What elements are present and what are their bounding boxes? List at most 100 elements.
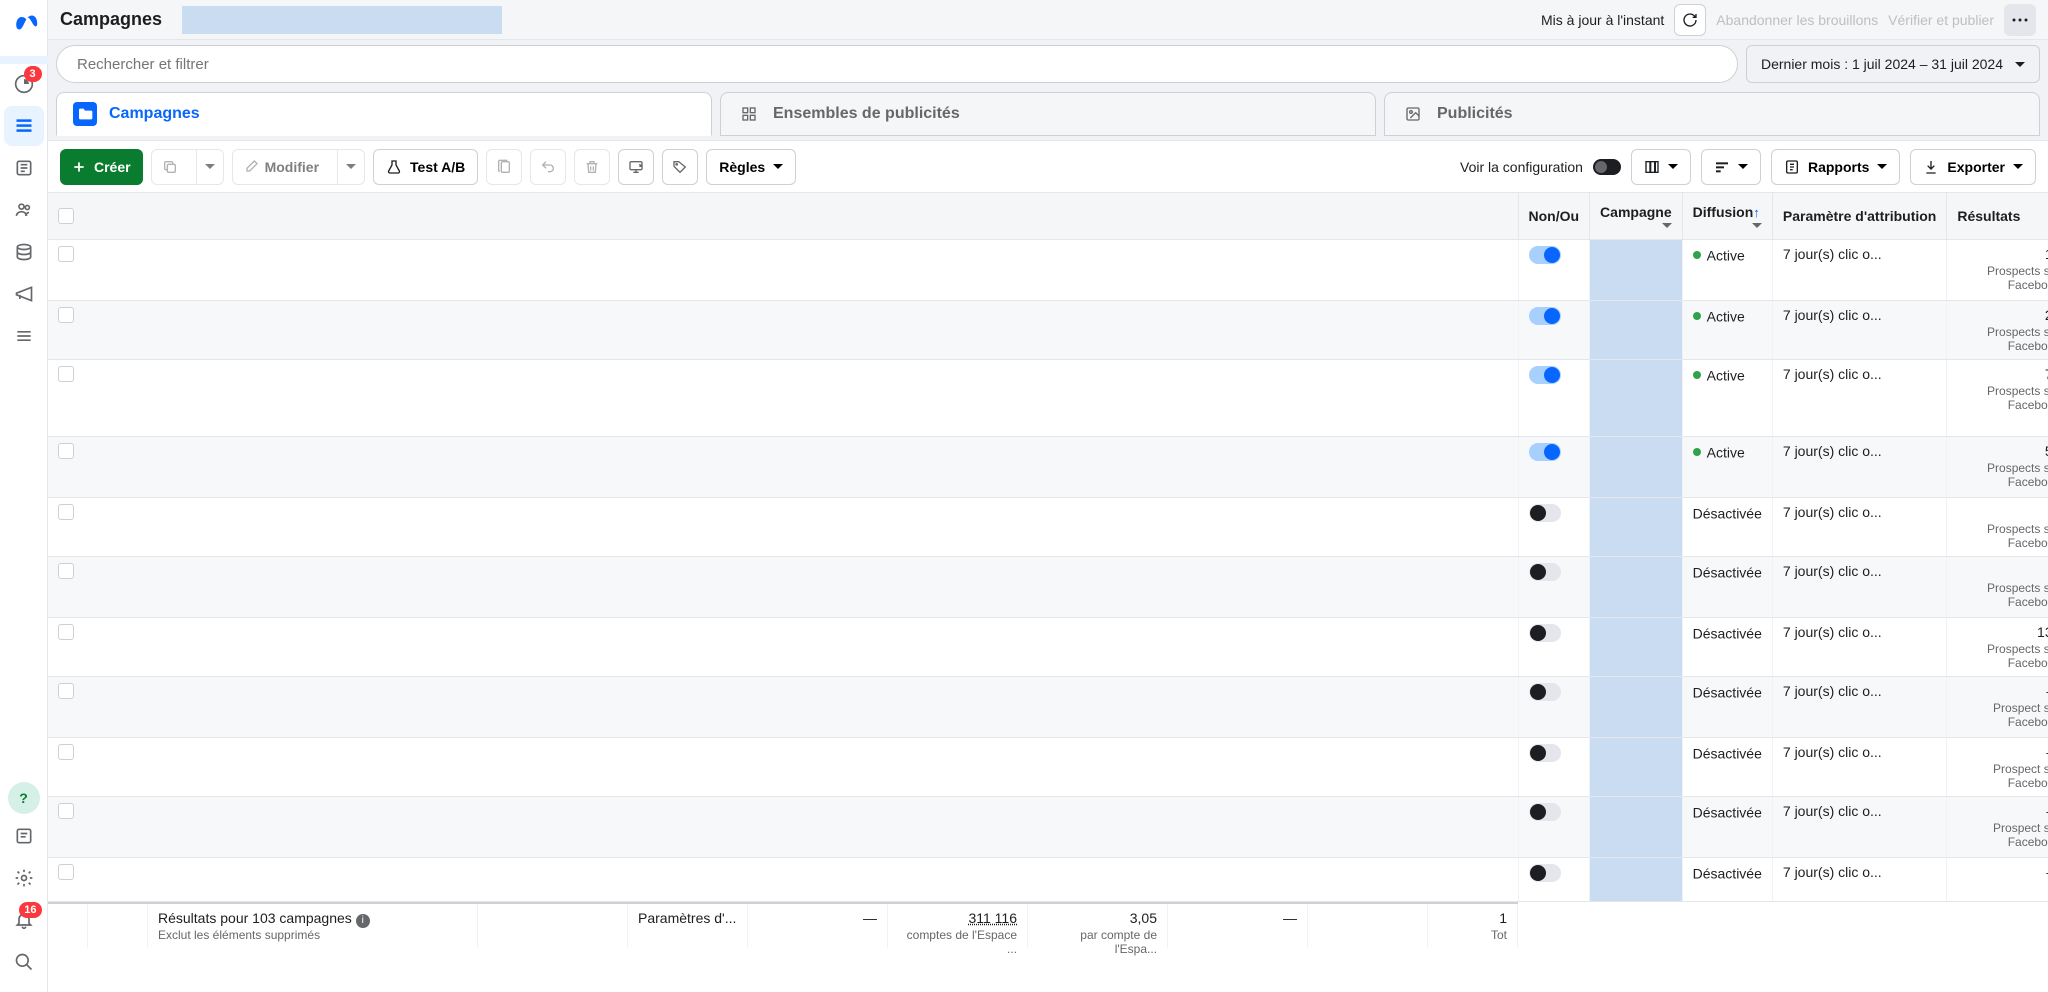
table-row[interactable]: Désactivée 7 jour(s) clic o... 8Prospect… (48, 556, 2048, 617)
meta-logo[interactable] (8, 8, 40, 40)
sidebar-item-search[interactable] (4, 942, 44, 982)
table-row[interactable]: Désactivée 7 jour(s) clic o... — 50,00 € (48, 857, 2048, 901)
campaign-name-cell[interactable] (1590, 359, 1683, 436)
campaign-name-cell[interactable] (1590, 300, 1683, 359)
row-toggle[interactable] (1529, 803, 1561, 821)
sidebar-item-resources[interactable] (4, 816, 44, 856)
more-menu-button[interactable] (2004, 4, 2036, 36)
row-toggle[interactable] (1529, 307, 1561, 325)
table-row[interactable]: Active 7 jour(s) clic o... 22Prospects s… (48, 300, 2048, 359)
copy-button[interactable] (486, 149, 522, 185)
refresh-button[interactable] (1674, 4, 1706, 36)
row-toggle[interactable] (1529, 246, 1561, 264)
campaign-name-cell[interactable] (1590, 436, 1683, 497)
row-checkbox[interactable] (58, 683, 74, 699)
columns-button[interactable] (1631, 149, 1691, 185)
table-row[interactable]: Active 7 jour(s) clic o... 56Prospects s… (48, 436, 2048, 497)
row-toggle[interactable] (1529, 624, 1561, 642)
campaign-name-cell[interactable] (1590, 556, 1683, 617)
table-row[interactable]: Désactivée 7 jour(s) clic o... —Prospect… (48, 676, 2048, 737)
col-onoff[interactable]: Non/Ou (1518, 193, 1590, 239)
date-range-selector[interactable]: Dernier mois : 1 juil 2024 – 31 juil 202… (1746, 45, 2040, 83)
row-checkbox[interactable] (58, 624, 74, 640)
select-all-checkbox[interactable] (58, 208, 74, 224)
chevron-down-icon (346, 164, 356, 169)
campaign-name-cell[interactable] (1590, 796, 1683, 857)
chevron-down-icon (205, 164, 215, 169)
sidebar-item-help[interactable]: ? (8, 782, 40, 814)
sidebar-item-campaigns[interactable] (4, 106, 44, 146)
tab-ads[interactable]: Publicités (1384, 92, 2040, 136)
campaign-name-cell[interactable] (1590, 676, 1683, 737)
row-checkbox[interactable] (58, 563, 74, 579)
row-toggle[interactable] (1529, 366, 1561, 384)
col-results[interactable]: Résultats (1947, 193, 2048, 239)
sidebar-item-billing[interactable] (4, 232, 44, 272)
table-row[interactable]: Désactivée 7 jour(s) clic o... —Prospect… (48, 737, 2048, 796)
tab-campaigns[interactable]: Campagnes (56, 92, 712, 136)
search-bar: Dernier mois : 1 juil 2024 – 31 juil 202… (48, 40, 2048, 88)
row-checkbox[interactable] (58, 803, 74, 819)
table-row[interactable]: Désactivée 7 jour(s) clic o... 6Prospect… (48, 497, 2048, 556)
campaign-name-cell[interactable] (1590, 617, 1683, 676)
row-checkbox[interactable] (58, 443, 74, 459)
row-toggle[interactable] (1529, 683, 1561, 701)
row-toggle[interactable] (1529, 744, 1561, 762)
create-label: Créer (94, 159, 131, 175)
sidebar-item-advertise[interactable] (4, 274, 44, 314)
row-toggle[interactable] (1529, 563, 1561, 581)
sidebar-item-audiences[interactable] (4, 190, 44, 230)
reports-button[interactable]: Rapports (1771, 149, 1900, 185)
export-button[interactable]: Exporter (1910, 149, 2036, 185)
delete-button[interactable] (574, 149, 610, 185)
results-value: 12 (1957, 246, 2048, 262)
campaign-name-cell[interactable] (1590, 239, 1683, 300)
row-checkbox[interactable] (58, 366, 74, 382)
col-campaign[interactable]: Campagne (1590, 193, 1683, 239)
table-row[interactable]: Active 7 jour(s) clic o... 78Prospects s… (48, 359, 2048, 436)
row-checkbox[interactable] (58, 307, 74, 323)
attribution-value: 7 jour(s) clic o... (1783, 744, 1882, 760)
sidebar-item-settings[interactable] (4, 858, 44, 898)
sidebar-item-ads-reporting[interactable] (4, 148, 44, 188)
tab-adsets[interactable]: Ensembles de publicités (720, 92, 1376, 136)
duplicate-button[interactable] (151, 149, 224, 185)
row-checkbox[interactable] (58, 504, 74, 520)
row-toggle[interactable] (1529, 443, 1561, 461)
campaign-name-cell[interactable] (1590, 497, 1683, 556)
row-checkbox[interactable] (58, 864, 74, 880)
sidebar-item-all-tools[interactable] (4, 316, 44, 356)
search-input[interactable] (56, 45, 1738, 83)
undo-button[interactable] (530, 149, 566, 185)
breakdown-button[interactable] (1701, 149, 1761, 185)
rules-button[interactable]: Règles (706, 149, 796, 185)
view-config-toggle[interactable] (1593, 159, 1621, 175)
edit-button[interactable]: Modifier (232, 149, 365, 185)
col-attribution[interactable]: Paramètre d'attribution (1772, 193, 1946, 239)
sidebar-item-notifications[interactable]: 16 (4, 900, 44, 940)
campaigns-table-container[interactable]: Non/Ou Campagne Diffusion↑ Paramètre d'a… (48, 192, 2048, 992)
row-toggle[interactable] (1529, 864, 1561, 882)
table-row[interactable]: Active 7 jour(s) clic o... 12Prospects s… (48, 239, 2048, 300)
row-checkbox[interactable] (58, 744, 74, 760)
campaign-name-cell[interactable] (1590, 857, 1683, 901)
chevron-down-icon (1668, 164, 1678, 169)
account-selector-placeholder[interactable] (182, 6, 502, 34)
abtest-button[interactable]: Test A/B (373, 149, 478, 185)
results-value: — (1957, 864, 2048, 880)
date-range-label: Dernier mois : 1 juil 2024 – 31 juil 202… (1761, 56, 2003, 72)
row-checkbox[interactable] (58, 246, 74, 262)
attribution-value: 7 jour(s) clic o... (1783, 504, 1882, 520)
chevron-down-icon (1877, 164, 1887, 169)
campaign-name-cell[interactable] (1590, 737, 1683, 796)
row-toggle[interactable] (1529, 504, 1561, 522)
sidebar-item-overview[interactable]: 3 (4, 64, 44, 104)
info-icon[interactable]: i (356, 914, 370, 928)
create-button[interactable]: Créer (60, 149, 143, 185)
col-delivery[interactable]: Diffusion↑ (1682, 193, 1772, 239)
status-label: Désactivée (1693, 625, 1762, 641)
tag-button[interactable] (662, 149, 698, 185)
table-row[interactable]: Désactivée 7 jour(s) clic o... 133Prospe… (48, 617, 2048, 676)
export-selected-button[interactable] (618, 149, 654, 185)
table-row[interactable]: Désactivée 7 jour(s) clic o... —Prospect… (48, 796, 2048, 857)
